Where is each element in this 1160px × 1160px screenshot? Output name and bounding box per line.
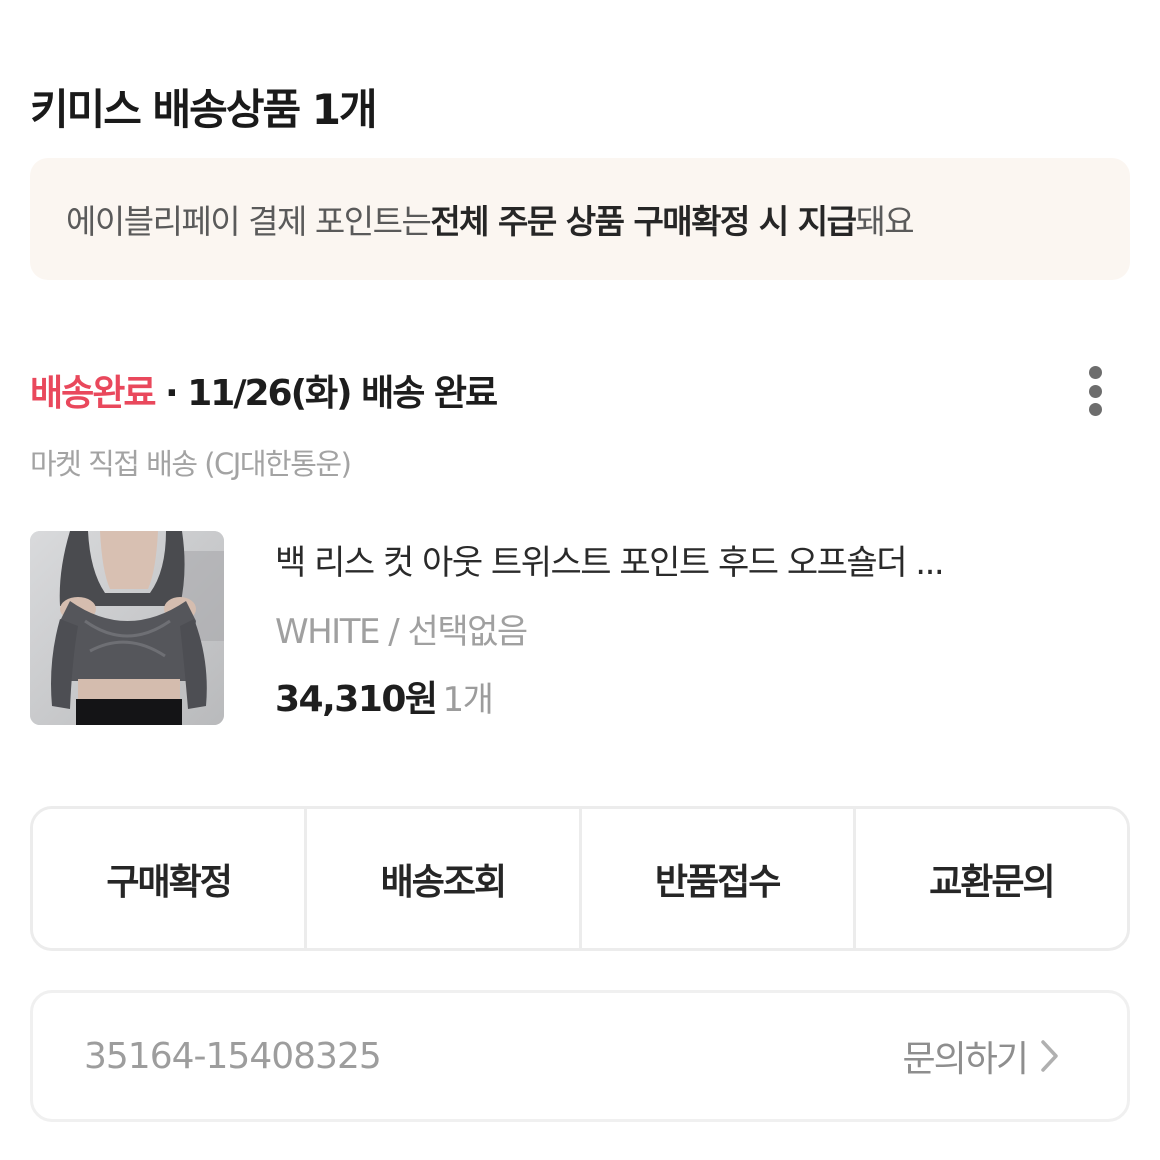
inquiry-row[interactable]: 35164-15408325 문의하기 bbox=[30, 990, 1130, 1122]
more-dot bbox=[1088, 384, 1102, 398]
order-action-buttons: 구매확정 배송조회 반품접수 교환문의 bbox=[30, 806, 1130, 951]
product-price-line: 34,310원 1개 bbox=[275, 670, 494, 722]
product-quantity: 1개 bbox=[442, 680, 494, 720]
product-price: 34,310원 bbox=[275, 679, 438, 720]
more-vertical-icon[interactable] bbox=[1078, 362, 1112, 420]
notice-highlight: 전체 주문 상품 구매확정 시 지급 bbox=[430, 202, 857, 241]
product-name[interactable]: 백 리스 컷 아웃 트위스트 포인트 후드 오프숄더 ... bbox=[275, 535, 1075, 584]
delivery-status-line: 배송완료 · 11/26(화) 배송 완료 bbox=[30, 364, 498, 416]
product-option: WHITE / 선택없음 bbox=[275, 612, 528, 652]
notice-prefix: 에이블리페이 결제 포인트는 bbox=[66, 202, 432, 241]
order-number: 35164-15408325 bbox=[84, 1035, 382, 1077]
point-notice-banner: 에이블리페이 결제 포인트는 전체 주문 상품 구매확정 시 지급 돼요 bbox=[30, 158, 1130, 280]
notice-suffix: 돼요 bbox=[855, 202, 914, 241]
product-thumbnail[interactable] bbox=[30, 531, 224, 725]
product-photo bbox=[30, 531, 224, 725]
delivery-status: 배송완료 bbox=[30, 373, 156, 414]
exchange-inquiry-button[interactable]: 교환문의 bbox=[852, 809, 1127, 948]
return-request-button[interactable]: 반품접수 bbox=[578, 809, 853, 948]
inquiry-button[interactable]: 문의하기 bbox=[903, 1030, 1061, 1082]
track-delivery-button[interactable]: 배송조회 bbox=[304, 809, 579, 948]
delivery-detail: 11/26(화) 배송 완료 bbox=[187, 373, 498, 414]
order-page: 키미스 배송상품 1개 에이블리페이 결제 포인트는 전체 주문 상품 구매확정… bbox=[0, 0, 1160, 1160]
confirm-purchase-button[interactable]: 구매확정 bbox=[33, 809, 305, 948]
section-title: 키미스 배송상품 1개 bbox=[30, 85, 378, 134]
more-dot bbox=[1088, 403, 1102, 416]
carrier-info: 마켓 직접 배송 (CJ대한통운) bbox=[30, 447, 352, 481]
inquiry-label: 문의하기 bbox=[902, 1039, 1029, 1080]
status-separator: · bbox=[154, 373, 188, 414]
chevron-right-icon bbox=[1041, 1040, 1058, 1072]
more-dot bbox=[1088, 366, 1102, 379]
